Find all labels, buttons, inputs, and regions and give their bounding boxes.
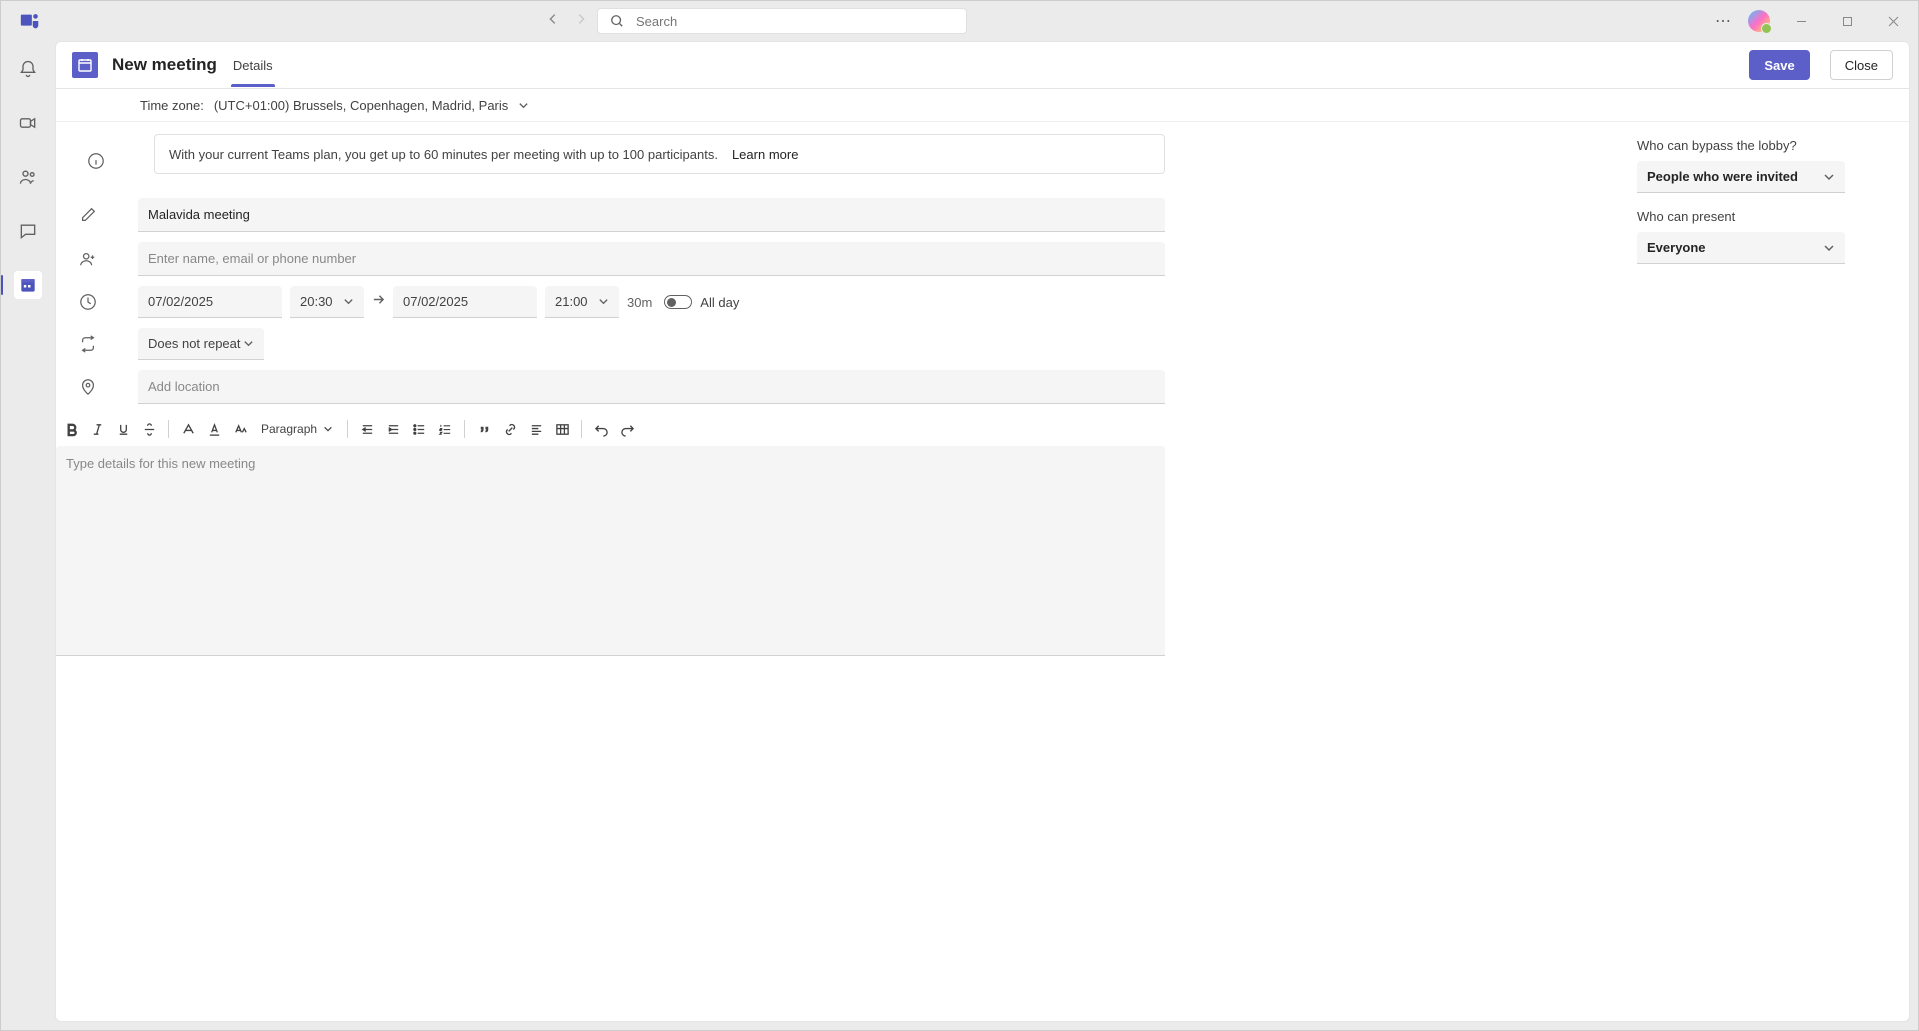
- app-rail: [1, 41, 55, 1030]
- main-panel: New meeting Details Save Close Time zone…: [55, 41, 1910, 1022]
- who-can-present-label: Who can present: [1637, 209, 1845, 224]
- chevron-down-icon: [1823, 242, 1835, 254]
- search-input[interactable]: [636, 14, 954, 29]
- arrow-right-icon: [372, 293, 385, 311]
- nav-forward-button[interactable]: [574, 12, 588, 31]
- meeting-options: Who can bypass the lobby? People who wer…: [1629, 122, 1909, 1021]
- rail-chat[interactable]: [14, 217, 42, 245]
- editor-toolbar: Paragraph: [56, 414, 1165, 444]
- details-editor[interactable]: Type details for this new meeting: [56, 446, 1165, 656]
- window-maximize-button[interactable]: [1832, 16, 1862, 27]
- clock-icon: [79, 293, 97, 311]
- chevron-down-icon: [323, 424, 333, 434]
- format-highlight-button[interactable]: [177, 418, 199, 440]
- more-options-button[interactable]: ⋯: [1715, 11, 1732, 31]
- indent-decrease-button[interactable]: [356, 418, 378, 440]
- info-icon: [87, 152, 105, 170]
- quote-button[interactable]: [473, 418, 495, 440]
- timezone-label: Time zone:: [140, 98, 204, 113]
- teams-logo-icon: [19, 10, 41, 32]
- end-time-select[interactable]: 21:00: [545, 286, 619, 318]
- start-date-input[interactable]: 07/02/2025: [138, 286, 282, 318]
- plan-info-text: With your current Teams plan, you get up…: [169, 147, 718, 162]
- search-icon: [610, 14, 624, 28]
- timezone-value: (UTC+01:00) Brussels, Copenhagen, Madrid…: [214, 98, 508, 113]
- link-button[interactable]: [499, 418, 521, 440]
- attendees-input[interactable]: [138, 242, 1165, 276]
- numbered-list-button[interactable]: [434, 418, 456, 440]
- chevron-down-icon: [1823, 171, 1835, 183]
- rail-calendar[interactable]: [14, 271, 42, 299]
- end-date-input[interactable]: 07/02/2025: [393, 286, 537, 318]
- format-fontcolor-button[interactable]: [203, 418, 225, 440]
- repeat-icon: [79, 335, 97, 353]
- tab-details[interactable]: Details: [231, 44, 275, 87]
- chevron-down-icon: [598, 296, 609, 307]
- format-italic-button[interactable]: [86, 418, 108, 440]
- nav-back-button[interactable]: [546, 12, 560, 31]
- who-can-present-select[interactable]: Everyone: [1637, 232, 1845, 264]
- plan-info-box: With your current Teams plan, you get up…: [154, 134, 1165, 174]
- page-title: New meeting: [112, 55, 217, 75]
- location-icon: [79, 378, 97, 396]
- close-button[interactable]: Close: [1830, 50, 1893, 80]
- chevron-down-icon: [343, 296, 354, 307]
- start-time-select[interactable]: 20:30: [290, 286, 364, 318]
- format-bold-button[interactable]: [60, 418, 82, 440]
- format-underline-button[interactable]: [112, 418, 134, 440]
- rail-video[interactable]: [14, 109, 42, 137]
- redo-button[interactable]: [616, 418, 638, 440]
- window-close-button[interactable]: [1878, 16, 1908, 27]
- align-button[interactable]: [525, 418, 547, 440]
- calendar-icon: [72, 52, 98, 78]
- learn-more-link[interactable]: Learn more: [732, 147, 798, 162]
- location-input[interactable]: [138, 370, 1165, 404]
- rail-activity[interactable]: [14, 55, 42, 83]
- duration-text: 30m: [627, 295, 652, 310]
- paragraph-style-select[interactable]: Paragraph: [255, 422, 339, 436]
- chevron-down-icon: [243, 338, 254, 349]
- bypass-lobby-label: Who can bypass the lobby?: [1637, 138, 1845, 153]
- panel-header: New meeting Details Save Close: [56, 42, 1909, 89]
- title-bar: ⋯: [1, 1, 1918, 41]
- chevron-down-icon: [518, 100, 529, 111]
- timezone-row[interactable]: Time zone: (UTC+01:00) Brussels, Copenha…: [56, 89, 1909, 122]
- format-strikethrough-button[interactable]: [138, 418, 160, 440]
- undo-button[interactable]: [590, 418, 612, 440]
- all-day-toggle[interactable]: [664, 295, 692, 309]
- save-button[interactable]: Save: [1749, 50, 1809, 80]
- meeting-title-input[interactable]: [138, 198, 1165, 232]
- all-day-label: All day: [700, 295, 739, 310]
- bypass-lobby-select[interactable]: People who were invited: [1637, 161, 1845, 193]
- indent-increase-button[interactable]: [382, 418, 404, 440]
- format-fontsize-button[interactable]: [229, 418, 251, 440]
- user-avatar[interactable]: [1748, 10, 1770, 32]
- bullet-list-button[interactable]: [408, 418, 430, 440]
- people-add-icon: [79, 250, 97, 268]
- repeat-select[interactable]: Does not repeat: [138, 328, 264, 360]
- search-box[interactable]: [597, 8, 967, 34]
- window-minimize-button[interactable]: [1786, 16, 1816, 27]
- rail-community[interactable]: [14, 163, 42, 191]
- table-button[interactable]: [551, 418, 573, 440]
- pencil-icon: [79, 206, 97, 224]
- meeting-form: With your current Teams plan, you get up…: [56, 122, 1183, 1021]
